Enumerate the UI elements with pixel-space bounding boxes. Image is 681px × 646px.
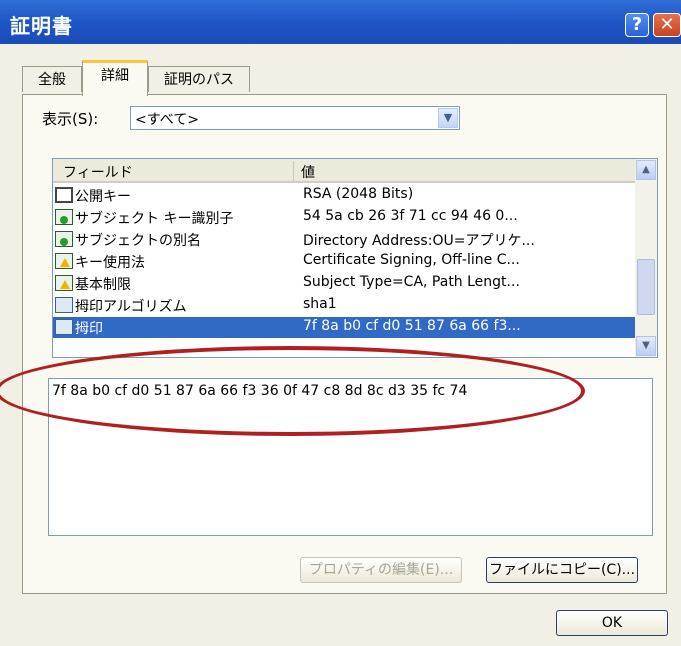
fields-list[interactable]: フィールド 値 公開キー RSA (2048 Bits) サブジェクト キー識別… — [52, 158, 658, 358]
key-icon — [55, 187, 73, 203]
field-value: Subject Type=CA, Path Lengt... — [303, 274, 520, 290]
list-item[interactable]: 拇印アルゴリズム sha1 — [53, 295, 636, 316]
list-item-selected[interactable]: 拇印 7f 8a b0 cf d0 51 87 6a 66 f3... — [53, 317, 636, 338]
close-button[interactable]: ✕ — [653, 13, 681, 37]
column-header-value[interactable]: 値 — [301, 162, 315, 182]
field-value: sha1 — [303, 296, 337, 312]
thumbprint-value: 7f 8a b0 cf d0 51 87 6a 66 f3 36 0f 47 c… — [52, 383, 468, 399]
field-value: Certificate Signing, Off-line C... — [303, 252, 520, 268]
ok-button[interactable]: OK — [556, 610, 668, 636]
scroll-up-icon[interactable]: ▲ — [636, 160, 656, 180]
scrollbar-thumb[interactable] — [637, 259, 655, 315]
field-name: 公開キー — [75, 189, 131, 205]
field-name: 拇印アルゴリズム — [75, 299, 187, 315]
edit-properties-button[interactable]: プロパティの編集(E)... — [300, 557, 462, 583]
critical-extension-icon — [55, 253, 73, 269]
window-title: 証明書 — [10, 14, 73, 38]
field-value: Directory Address:OU=アプリケ... — [303, 233, 535, 249]
list-scrollbar[interactable]: ▲ ▼ — [635, 159, 657, 357]
scroll-down-icon[interactable]: ▼ — [636, 336, 656, 356]
list-item[interactable]: サブジェクト キー識別子 54 5a cb 26 3f 71 cc 94 46 … — [53, 207, 636, 228]
certificate-dialog: 証明書 ? ✕ 全般 詳細 証明のパス 表示(S): <すべて> ▼ フィールド… — [0, 0, 681, 646]
list-item[interactable]: キー使用法 Certificate Signing, Off-line C... — [53, 251, 636, 272]
list-item[interactable]: 基本制限 Subject Type=CA, Path Lengt... — [53, 273, 636, 294]
field-detail-box[interactable]: 7f 8a b0 cf d0 51 87 6a 66 f3 36 0f 47 c… — [48, 378, 653, 536]
field-name: サブジェクトの別名 — [75, 233, 201, 249]
chevron-down-icon[interactable]: ▼ — [438, 108, 458, 128]
property-icon — [55, 297, 73, 313]
field-name: 基本制限 — [75, 277, 131, 293]
critical-extension-icon — [55, 275, 73, 291]
tab-details[interactable]: 詳細 — [82, 60, 148, 96]
list-item[interactable]: サブジェクトの別名 Directory Address:OU=アプリケ... — [53, 229, 636, 250]
field-name: 拇印 — [75, 321, 103, 337]
column-divider[interactable] — [293, 161, 294, 181]
extension-icon — [55, 209, 73, 225]
show-label: 表示(S): — [42, 110, 99, 128]
title-bar[interactable]: 証明書 ? ✕ — [0, 0, 681, 44]
show-dropdown-value: <すべて> — [135, 112, 199, 128]
field-name: キー使用法 — [75, 255, 145, 271]
field-value: 7f 8a b0 cf d0 51 87 6a 66 f3... — [303, 318, 521, 334]
list-header: フィールド 値 — [53, 159, 636, 183]
column-header-field[interactable]: フィールド — [63, 162, 133, 182]
field-value: RSA (2048 Bits) — [303, 186, 414, 202]
tab-general[interactable]: 全般 — [22, 66, 82, 92]
property-icon — [55, 319, 73, 335]
field-value: 54 5a cb 26 3f 71 cc 94 46 0... — [303, 208, 518, 224]
copy-to-file-button[interactable]: ファイルにコピー(C)... — [486, 557, 638, 583]
extension-icon — [55, 231, 73, 247]
help-button[interactable]: ? — [625, 13, 649, 37]
field-name: サブジェクト キー識別子 — [75, 211, 234, 227]
show-dropdown[interactable]: <すべて> ▼ — [130, 106, 460, 130]
list-item[interactable]: 公開キー RSA (2048 Bits) — [53, 185, 636, 206]
tab-certification-path[interactable]: 証明のパス — [148, 66, 250, 92]
